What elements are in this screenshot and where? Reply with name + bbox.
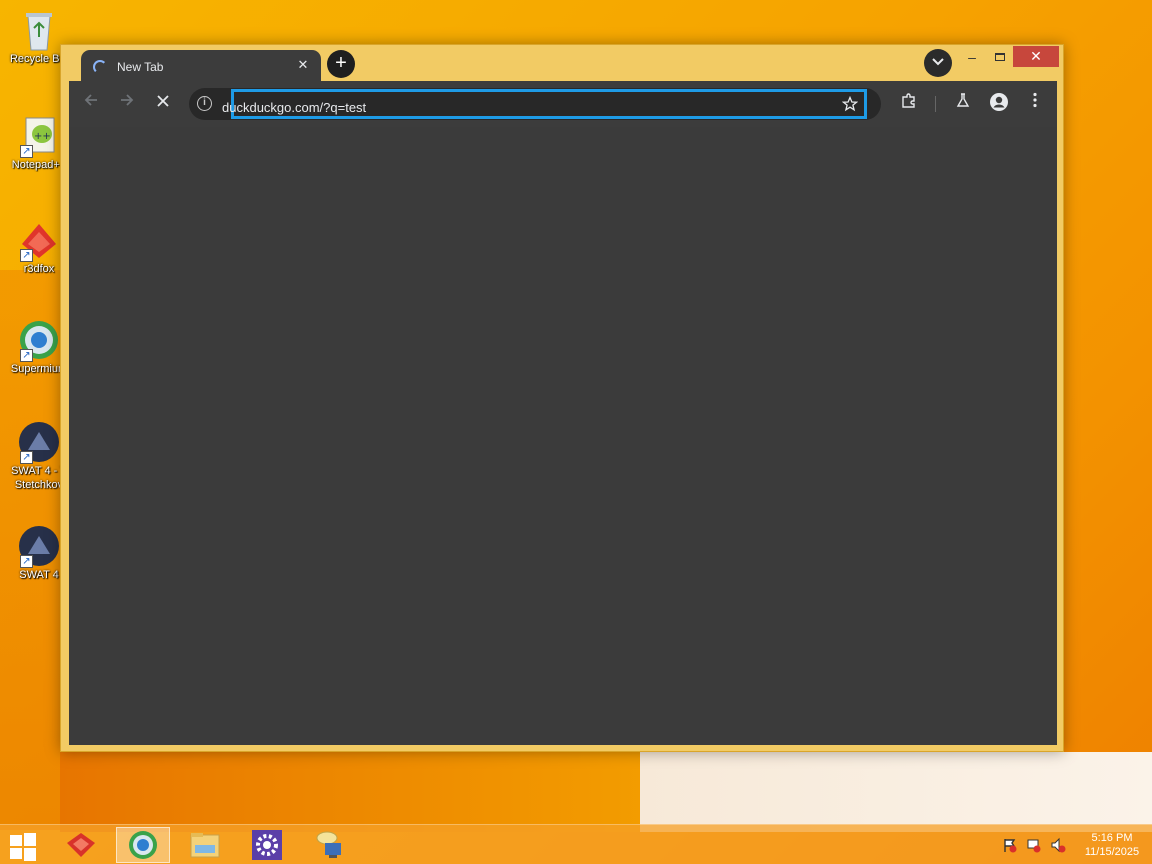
new-tab-button[interactable]: + [327,50,355,78]
taskbar-app-settings[interactable] [240,827,294,863]
url-input-focus-ring[interactable]: duckduckgo.com/?q=test [222,89,867,119]
supermium-icon [129,831,157,859]
network-computer-icon [316,831,341,858]
page-content-area[interactable] [69,127,1057,745]
toolbar-separator [935,96,936,112]
taskbar-app-r3dfox[interactable] [54,827,108,863]
arrow-right-icon [121,94,134,106]
chevron-down-icon [932,58,944,66]
flag-icon[interactable] [1002,837,1018,853]
bookmark-star-icon[interactable] [841,95,859,117]
tab-title: New Tab [117,60,164,74]
loading-spinner-icon [93,60,107,74]
shortcut-arrow-icon: ↗ [20,145,33,158]
kebab-menu-icon [1033,92,1037,108]
shortcut-arrow-icon: ↗ [20,555,33,568]
wallpaper-floor [640,752,1152,832]
close-window-button[interactable]: ✕ [1013,46,1059,67]
taskbar-app-supermium[interactable] [116,827,170,863]
profile-button[interactable] [987,92,1011,116]
tab-close-button[interactable]: ✕ [295,57,311,73]
swat4-icon: ↗ [18,524,60,568]
supermium-icon: ↗ [18,318,60,362]
shortcut-arrow-icon: ↗ [20,349,33,362]
url-input[interactable]: duckduckgo.com/?q=test [222,100,366,115]
taskbar: 5:16 PM 11/15/2025 [0,824,1152,864]
gear-icon [252,830,282,860]
browser-toolbar: i duckduckgo.com/?q=test [69,81,1057,127]
r3dfox-icon: ↗ [18,218,60,262]
tab-new-tab[interactable]: New Tab ✕ [81,50,321,82]
stop-loading-button[interactable] [151,92,175,116]
maximize-icon [995,53,1005,61]
title-bar[interactable]: New Tab ✕ + – ✕ [61,45,1063,82]
notepad-plus-plus-icon: ++ ↗ [18,114,60,158]
maximize-button[interactable] [989,47,1011,69]
swat4-tss-icon: ↗ [18,420,60,464]
back-button[interactable] [79,92,103,116]
start-button[interactable] [8,833,36,861]
close-icon [157,95,169,107]
taskbar-app-file-explorer[interactable] [178,827,232,863]
recycle-bin-icon [18,8,60,52]
browser-window: New Tab ✕ + – ✕ i duckduckgo.com/?q=test [60,44,1064,752]
wallpaper-shape [60,752,700,832]
r3dfox-icon [67,833,95,857]
clock-time: 5:16 PM [1091,832,1133,844]
folder-icon [190,833,220,858]
taskbar-app-network[interactable] [302,827,356,863]
flask-icon [956,93,970,107]
svg-text:++: ++ [34,131,51,142]
minimize-button[interactable]: – [961,47,983,69]
puzzle-piece-icon [902,93,915,108]
arrow-left-icon [84,94,97,106]
menu-button[interactable] [1023,92,1047,116]
address-bar[interactable]: i duckduckgo.com/?q=test [189,88,881,120]
shortcut-arrow-icon: ↗ [20,249,33,262]
profile-avatar-icon [990,93,1008,111]
forward-button[interactable] [115,92,139,116]
labs-button[interactable] [951,92,975,116]
shortcut-arrow-icon: ↗ [20,451,33,464]
site-info-icon[interactable]: i [197,96,212,111]
network-status-icon[interactable] [1026,837,1042,853]
system-clock[interactable]: 5:16 PM 11/15/2025 [1076,831,1148,859]
speaker-icon[interactable] [1050,837,1066,853]
clock-date: 11/15/2025 [1084,846,1140,858]
tab-search-button[interactable] [924,49,952,77]
extensions-button[interactable] [897,92,921,116]
